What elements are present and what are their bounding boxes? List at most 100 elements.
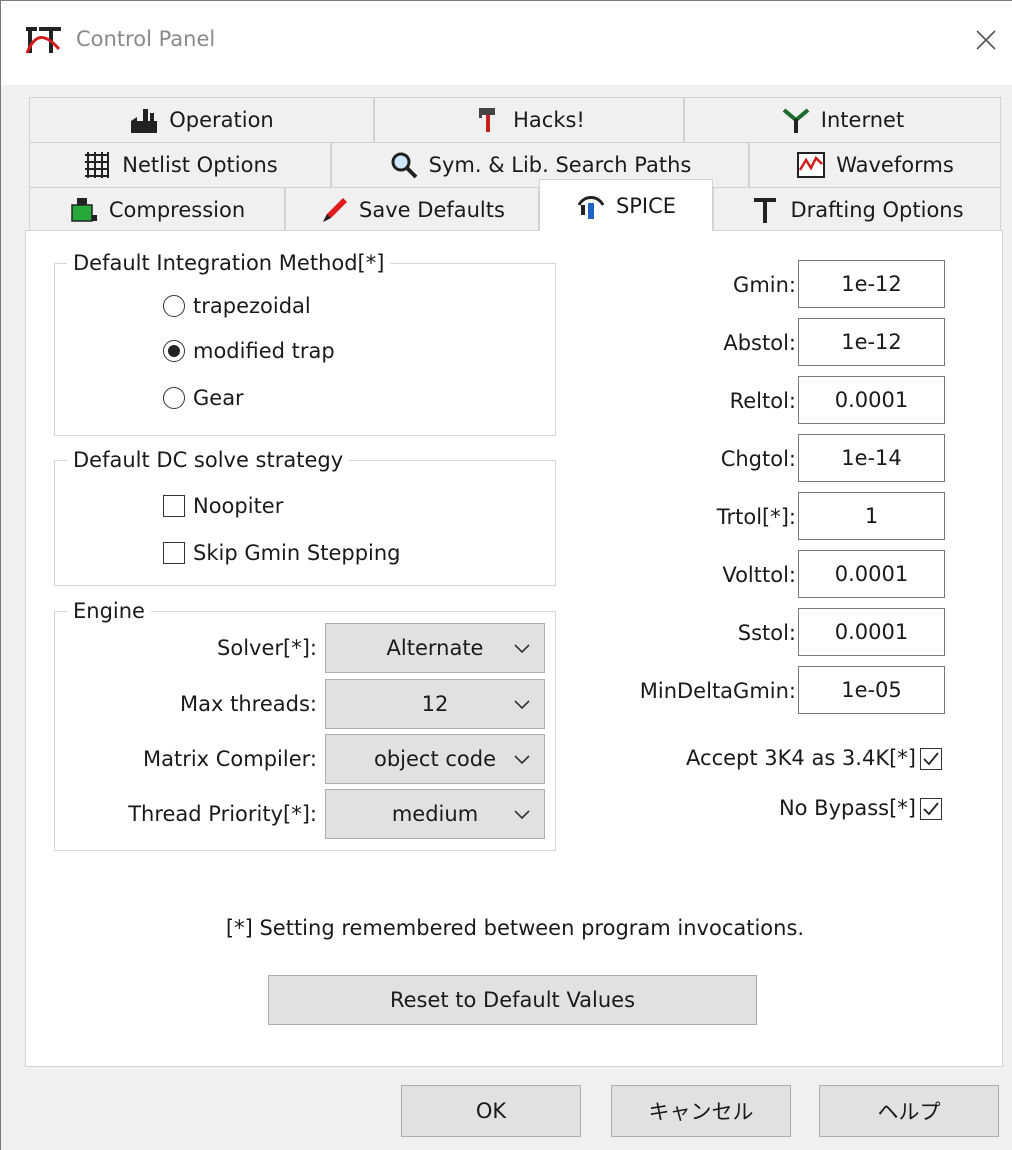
radio-trapezoidal[interactable]: trapezoidal bbox=[163, 294, 311, 318]
reset-defaults-button[interactable]: Reset to Default Values bbox=[268, 975, 757, 1025]
reltol-label: Reltol: bbox=[729, 389, 796, 413]
tab-label: Waveforms bbox=[836, 153, 954, 177]
chgtol-input[interactable]: 1e-14 bbox=[798, 434, 945, 482]
checkbox-skip-gmin[interactable]: Skip Gmin Stepping bbox=[163, 541, 401, 565]
check-icon bbox=[923, 802, 939, 816]
factory-icon bbox=[131, 109, 158, 133]
matrix-compiler-select[interactable]: object code bbox=[325, 734, 545, 784]
tab-label: Sym. & Lib. Search Paths bbox=[428, 153, 692, 177]
input-value: 0.0001 bbox=[834, 562, 909, 586]
cancel-button[interactable]: キャンセル bbox=[611, 1085, 791, 1137]
sstol-input[interactable]: 0.0001 bbox=[798, 608, 945, 656]
t-square-icon bbox=[754, 198, 777, 223]
radio-circle bbox=[163, 387, 185, 409]
checkbox-noopiter[interactable]: Noopiter bbox=[163, 494, 283, 518]
pen-icon bbox=[323, 198, 348, 222]
chevron-down-icon bbox=[514, 644, 530, 654]
group-title: Default DC solve strategy bbox=[67, 447, 350, 473]
max-threads-label: Max threads: bbox=[180, 692, 317, 716]
select-value: medium bbox=[391, 802, 479, 826]
accept-3k4-checkbox[interactable] bbox=[920, 748, 942, 770]
select-value: Alternate bbox=[386, 636, 484, 660]
waveform-icon bbox=[797, 152, 826, 178]
chevron-down-icon bbox=[514, 755, 530, 765]
tab-drafting-options[interactable]: Drafting Options bbox=[713, 187, 1001, 232]
select-value: 12 bbox=[421, 692, 449, 716]
tab-label: Internet bbox=[820, 108, 905, 132]
no-bypass-checkbox[interactable] bbox=[920, 798, 942, 820]
volttol-input[interactable]: 0.0001 bbox=[798, 550, 945, 598]
radio-modified-trap[interactable]: modified trap bbox=[163, 339, 335, 363]
no-bypass-label: No Bypass[*] bbox=[778, 796, 916, 820]
input-value: 0.0001 bbox=[834, 388, 909, 412]
tab-operation[interactable]: Operation bbox=[29, 97, 374, 142]
title-bar: Control Panel bbox=[1, 1, 1012, 85]
tab-netlist-options[interactable]: Netlist Options bbox=[29, 142, 331, 187]
thread-priority-select[interactable]: medium bbox=[325, 789, 545, 839]
tab-label: Save Defaults bbox=[359, 198, 505, 222]
max-threads-select[interactable]: 12 bbox=[325, 679, 545, 729]
reltol-input[interactable]: 0.0001 bbox=[798, 376, 945, 424]
integration-method-group: Default Integration Method[*] trapezoida… bbox=[54, 250, 556, 436]
tab-label: Compression bbox=[108, 198, 246, 222]
volttol-label: Volttol: bbox=[722, 563, 796, 587]
ltspice-app-icon bbox=[25, 27, 61, 54]
group-title: Engine bbox=[67, 598, 151, 624]
radio-label: modified trap bbox=[193, 339, 335, 363]
checkbox-box bbox=[163, 542, 185, 564]
radio-gear[interactable]: Gear bbox=[163, 386, 244, 410]
tab-spice[interactable]: SPICE bbox=[539, 179, 713, 231]
spice-icon bbox=[577, 195, 605, 219]
tab-save-defaults[interactable]: Save Defaults bbox=[285, 187, 539, 232]
close-icon bbox=[976, 30, 996, 50]
spice-tab-panel: Default Integration Method[*] trapezoida… bbox=[25, 230, 1003, 1067]
tab-hacks[interactable]: Hacks! bbox=[374, 97, 684, 142]
gmin-input[interactable]: 1e-12 bbox=[798, 260, 945, 308]
antenna-icon bbox=[782, 108, 810, 133]
tab-compression[interactable]: Compression bbox=[29, 187, 285, 232]
input-value: 0.0001 bbox=[834, 620, 909, 644]
tab-label: Hacks! bbox=[513, 108, 585, 132]
radio-label: trapezoidal bbox=[193, 294, 311, 318]
input-value: 1e-05 bbox=[841, 678, 902, 702]
sstol-label: Sstol: bbox=[737, 621, 796, 645]
grid-icon bbox=[85, 152, 110, 178]
engine-group: Engine Solver[*]: Alternate Max threads:… bbox=[54, 598, 556, 851]
mindeltagmin-input[interactable]: 1e-05 bbox=[798, 666, 945, 714]
tab-label: SPICE bbox=[615, 193, 677, 218]
checkbox-box bbox=[163, 495, 185, 517]
radio-circle bbox=[163, 295, 185, 317]
window-title: Control Panel bbox=[76, 27, 216, 51]
trtol-input[interactable]: 1 bbox=[798, 492, 945, 540]
input-value: 1e-14 bbox=[841, 446, 902, 470]
chgtol-label: Chgtol: bbox=[720, 447, 796, 471]
abstol-label: Abstol: bbox=[723, 331, 796, 355]
tab-waveforms[interactable]: Waveforms bbox=[749, 142, 1001, 187]
tab-internet[interactable]: Internet bbox=[684, 97, 1001, 142]
matrix-compiler-label: Matrix Compiler: bbox=[142, 747, 317, 771]
check-icon bbox=[923, 752, 939, 766]
control-panel-window: Control Panel Operation Hacks! Internet … bbox=[0, 0, 1012, 1150]
checkbox-label: Noopiter bbox=[193, 494, 284, 518]
thread-priority-label: Thread Priority[*]: bbox=[128, 802, 317, 826]
dc-solve-group: Default DC solve strategy Noopiter Skip … bbox=[54, 447, 556, 586]
input-value: 1e-12 bbox=[841, 272, 902, 296]
magnifier-icon bbox=[391, 152, 418, 179]
help-button[interactable]: ヘルプ bbox=[819, 1085, 999, 1137]
tools-icon bbox=[479, 108, 496, 132]
chevron-down-icon bbox=[514, 700, 530, 710]
abstol-input[interactable]: 1e-12 bbox=[798, 318, 945, 366]
accept-3k4-label: Accept 3K4 as 3.4K[*] bbox=[686, 746, 916, 770]
input-value: 1e-12 bbox=[841, 330, 902, 354]
remembered-setting-note: [*] Setting remembered between program i… bbox=[225, 916, 805, 940]
select-value: object code bbox=[373, 747, 497, 771]
ok-button[interactable]: OK bbox=[401, 1085, 581, 1137]
chevron-down-icon bbox=[514, 810, 530, 820]
radio-circle bbox=[163, 340, 185, 362]
solver-label: Solver[*]: bbox=[217, 636, 317, 660]
radio-label: Gear bbox=[193, 386, 244, 410]
close-button[interactable] bbox=[961, 15, 1011, 65]
tab-label: Operation bbox=[169, 108, 274, 132]
gmin-label: Gmin: bbox=[733, 273, 796, 297]
solver-select[interactable]: Alternate bbox=[325, 623, 545, 673]
